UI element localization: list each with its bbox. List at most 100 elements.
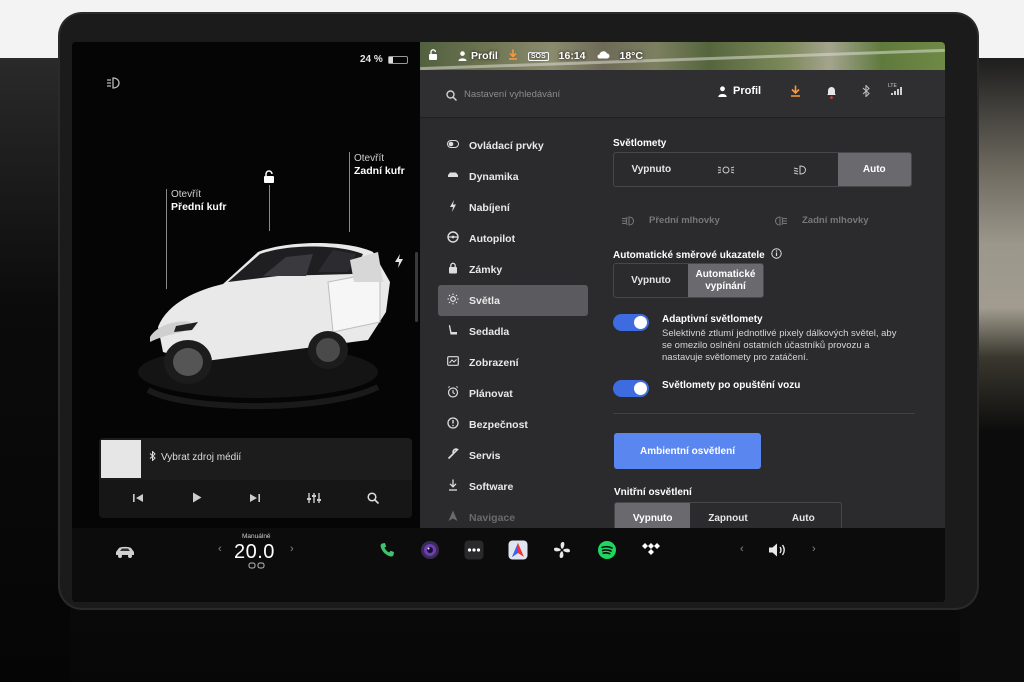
clock-icon xyxy=(447,386,459,401)
car-icon[interactable] xyxy=(114,545,136,559)
media-source-selector[interactable]: Vybrat zdroj médií xyxy=(149,450,241,464)
bluetooth-icon[interactable] xyxy=(862,84,870,100)
navigation-app-icon[interactable] xyxy=(506,538,530,562)
nav-item-label: Ovládací prvky xyxy=(469,139,544,152)
fan-icon[interactable] xyxy=(550,538,574,562)
adaptive-headlights-toggle[interactable] xyxy=(613,314,649,331)
headlights-after-exit-label: Světlomety po opuštění vozu xyxy=(662,380,801,391)
nav-item-charging[interactable]: Nabíjení xyxy=(438,192,588,223)
tidal-icon[interactable] xyxy=(639,538,663,562)
front-fog-label: Přední mlhovky xyxy=(649,215,720,226)
touchscreen: 24 % Otevřít Přední kufr Otevřít Zadní k… xyxy=(72,42,945,602)
nav-item-label: Zámky xyxy=(469,263,503,276)
profile-button[interactable]: Profil xyxy=(718,85,761,97)
nav-item-software[interactable]: Software xyxy=(438,471,588,502)
next-track-button[interactable] xyxy=(243,492,267,506)
nav-item-locks[interactable]: Zámky xyxy=(438,254,588,285)
nav-item-label: Sedadla xyxy=(469,325,510,338)
nav-item-lights[interactable]: Světla xyxy=(438,285,588,316)
nav-item-service[interactable]: Servis xyxy=(438,440,588,471)
low-beam-icon xyxy=(794,164,807,175)
rear-fog-icon xyxy=(774,215,787,226)
battery-icon xyxy=(387,55,408,64)
more-apps-icon[interactable] xyxy=(462,538,486,562)
nav-item-label: Bezpečnost xyxy=(469,418,528,431)
turn-signals-heading: Automatické směrové ukazatele xyxy=(613,248,782,262)
headlights-title: Světlomety xyxy=(613,138,667,149)
rear-trunk-action: Otevřít xyxy=(354,153,385,164)
pane-scroll-handle[interactable] xyxy=(415,252,418,322)
seat-heater-icon[interactable] xyxy=(248,562,266,569)
album-art xyxy=(101,440,141,478)
settings-search-input[interactable] xyxy=(464,84,664,104)
headlights-off-option[interactable]: Vypnuto xyxy=(614,153,689,186)
speaker-icon[interactable] xyxy=(766,539,790,561)
nav-item-label: Dynamika xyxy=(469,170,519,183)
turn-signals-title: Automatické směrové ukazatele xyxy=(613,249,765,261)
play-button[interactable] xyxy=(185,492,209,506)
headlights-after-exit-toggle[interactable] xyxy=(613,380,649,397)
nav-item-dynamics[interactable]: Dynamika xyxy=(438,161,588,192)
nav-item-schedule[interactable]: Plánovat xyxy=(438,378,588,409)
map-preview[interactable]: Profil SOS 16:14 18°C xyxy=(420,42,945,70)
adaptive-headlights-label: Adaptivní světlomety xyxy=(662,314,763,325)
rear-fog-label: Zadní mlhovky xyxy=(802,215,869,226)
camera-icon[interactable] xyxy=(418,538,442,562)
climate-mode: Manuálně xyxy=(242,533,271,540)
download-status-icon xyxy=(508,49,518,63)
low-beam-option[interactable] xyxy=(763,153,838,186)
info-icon[interactable] xyxy=(771,248,782,262)
nav-item-label: Autopilot xyxy=(469,232,516,245)
parking-lights-option[interactable] xyxy=(689,153,764,186)
software-update-icon[interactable] xyxy=(790,85,801,100)
nav-item-safety[interactable]: Bezpečnost xyxy=(438,409,588,440)
cabin-temperature[interactable]: 20.0 xyxy=(234,541,275,564)
svg-text:LTE: LTE xyxy=(888,83,897,89)
parking-lights-icon xyxy=(717,166,734,173)
battery-percent: 24 % xyxy=(360,54,383,65)
status-bar: Profil SOS 16:14 18°C xyxy=(420,42,643,70)
rear-trunk-control[interactable]: Otevřít Zadní kufr xyxy=(354,152,405,178)
media-search-button[interactable] xyxy=(361,491,385,507)
toggle-icon xyxy=(447,140,459,151)
temp-down-chevron-icon[interactable]: ‹ xyxy=(218,543,222,555)
rear-fog-lights-button[interactable]: Zadní mlhovky xyxy=(774,215,869,226)
bottom-dock: ‹ Manuálně 20.0 › ‹ › xyxy=(72,528,945,602)
front-trunk-action: Otevřít xyxy=(171,189,202,200)
spotify-icon[interactable] xyxy=(595,538,619,562)
volume-up-chevron-icon[interactable]: › xyxy=(812,543,816,555)
nav-item-controls[interactable]: Ovládací prvky xyxy=(438,130,588,161)
equalizer-button[interactable] xyxy=(302,492,326,507)
unlocked-status-icon xyxy=(428,49,438,63)
status-profile[interactable]: Profil xyxy=(458,50,498,62)
status-profile-label: Profil xyxy=(471,50,498,62)
phone-icon[interactable] xyxy=(376,539,398,561)
wrench-icon xyxy=(447,448,459,463)
nav-item-seats[interactable]: Sedadla xyxy=(438,316,588,347)
lock-icon xyxy=(447,262,459,277)
turn-signals-off-option[interactable]: Vypnuto xyxy=(614,264,688,297)
nav-item-autopilot[interactable]: Autopilot xyxy=(438,223,588,254)
battery-fill xyxy=(388,56,394,63)
notification-bell-icon[interactable] xyxy=(826,85,837,102)
headlights-auto-option[interactable]: Auto xyxy=(837,153,911,186)
nav-item-label: Zobrazení xyxy=(469,356,519,369)
auto-headlights-icon xyxy=(106,76,122,92)
car-icon xyxy=(447,171,459,182)
front-trunk-control[interactable]: Otevřít Přední kufr xyxy=(171,188,226,214)
turn-signals-auto-cancel-option[interactable]: Automatické vypínání xyxy=(687,264,763,297)
previous-track-button[interactable] xyxy=(126,492,150,506)
settings-nav: Ovládací prvky Dynamika Nabíjení Autopil… xyxy=(438,130,588,533)
front-fog-lights-button[interactable]: Přední mlhovky xyxy=(621,215,720,226)
media-controls xyxy=(99,480,412,518)
temp-up-chevron-icon[interactable]: › xyxy=(290,543,294,555)
interior-lighting-title: Vnitřní osvětlení xyxy=(614,487,692,498)
settings-top-bar: Profil LTE xyxy=(420,70,945,118)
volume-down-chevron-icon[interactable]: ‹ xyxy=(740,543,744,555)
media-player: Vybrat zdroj médií xyxy=(99,438,412,480)
car-status-pane: 24 % Otevřít Přední kufr Otevřít Zadní k… xyxy=(72,42,420,528)
nav-item-display[interactable]: Zobrazení xyxy=(438,347,588,378)
ambient-lighting-button[interactable]: Ambientní osvětlení xyxy=(614,433,761,469)
settings-panel: Profil LTE Ovládací prvky Dynam xyxy=(420,70,945,536)
cloud-icon xyxy=(596,50,610,62)
